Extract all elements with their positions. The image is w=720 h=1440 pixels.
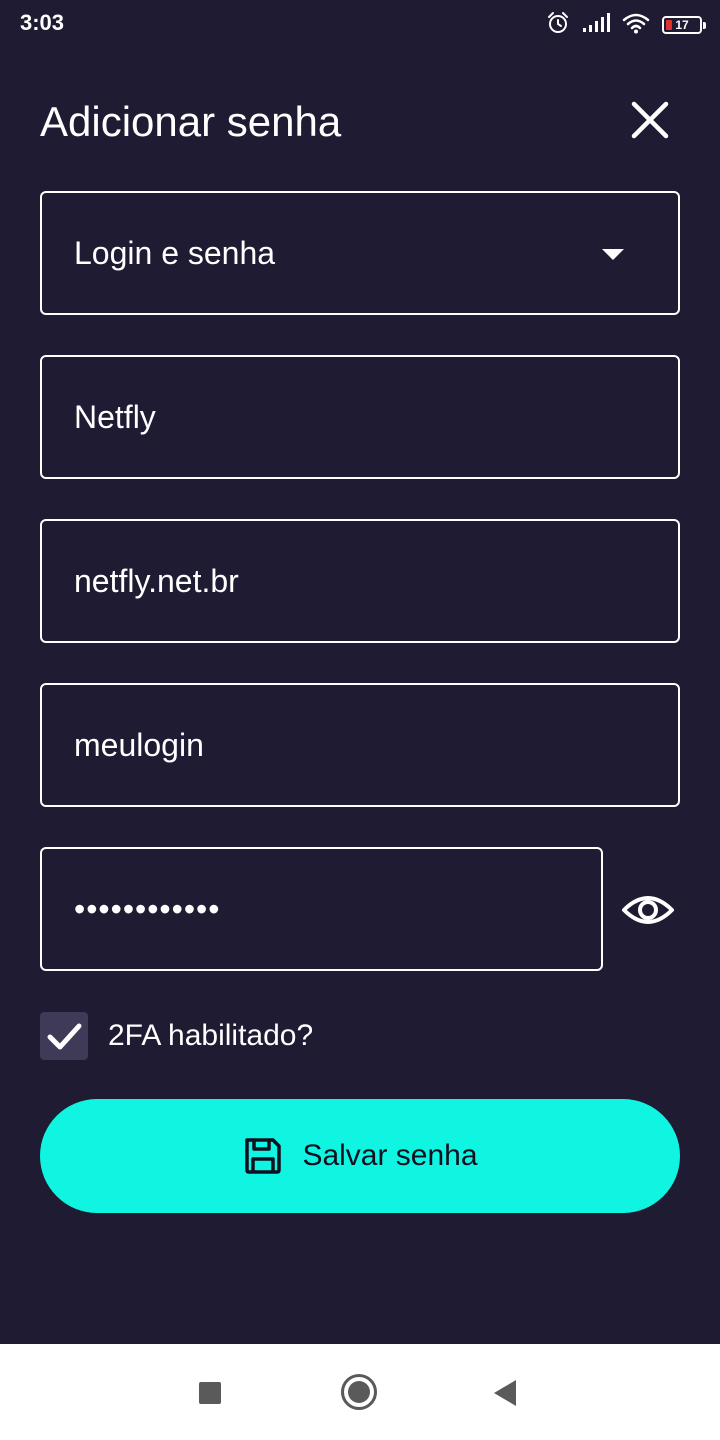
alarm-icon (546, 11, 570, 40)
twofa-checkbox-row: 2FA habilitado? (40, 1012, 313, 1060)
eye-icon (622, 896, 674, 924)
password-field[interactable]: •••••••••••• (40, 847, 603, 971)
toggle-password-visibility-button[interactable] (620, 884, 676, 936)
url-field[interactable]: netfly.net.br (40, 519, 680, 643)
type-select-value: Login e senha (74, 234, 276, 271)
status-time: 3:03 (20, 10, 65, 35)
back-icon[interactable] (494, 1380, 516, 1406)
dropdown-arrow-icon (602, 249, 624, 260)
name-field[interactable]: Netfly (40, 355, 680, 479)
login-field-value: meulogin (74, 726, 204, 763)
twofa-checkbox[interactable] (40, 1012, 88, 1060)
type-select[interactable]: Login e senha (40, 191, 680, 315)
password-field-value: •••••••••••• (74, 890, 221, 927)
signal-icon (582, 12, 610, 39)
home-icon[interactable] (341, 1374, 377, 1410)
header: Adicionar senha (40, 92, 680, 152)
close-button[interactable] (628, 98, 672, 142)
close-icon (631, 101, 669, 139)
status-bar: 3:03 17 (0, 0, 720, 50)
navigation-bar (0, 1344, 720, 1440)
save-password-button[interactable]: Salvar senha (40, 1099, 680, 1213)
battery-fill (666, 20, 672, 30)
save-icon (245, 1138, 282, 1174)
battery-icon: 17 (662, 16, 706, 34)
wifi-icon (622, 12, 650, 39)
recent-apps-icon[interactable] (199, 1382, 221, 1404)
twofa-checkbox-label: 2FA habilitado? (108, 1019, 314, 1052)
page-title: Adicionar senha (40, 98, 342, 145)
url-field-value: netfly.net.br (74, 562, 239, 599)
battery-level: 17 (675, 18, 689, 32)
check-icon (47, 1023, 82, 1050)
status-icons: 17 (546, 8, 706, 42)
home-icon-dot (348, 1381, 370, 1403)
name-field-value: Netfly (74, 398, 156, 435)
login-field[interactable]: meulogin (40, 683, 680, 807)
save-button-label: Salvar senha (302, 1139, 478, 1172)
